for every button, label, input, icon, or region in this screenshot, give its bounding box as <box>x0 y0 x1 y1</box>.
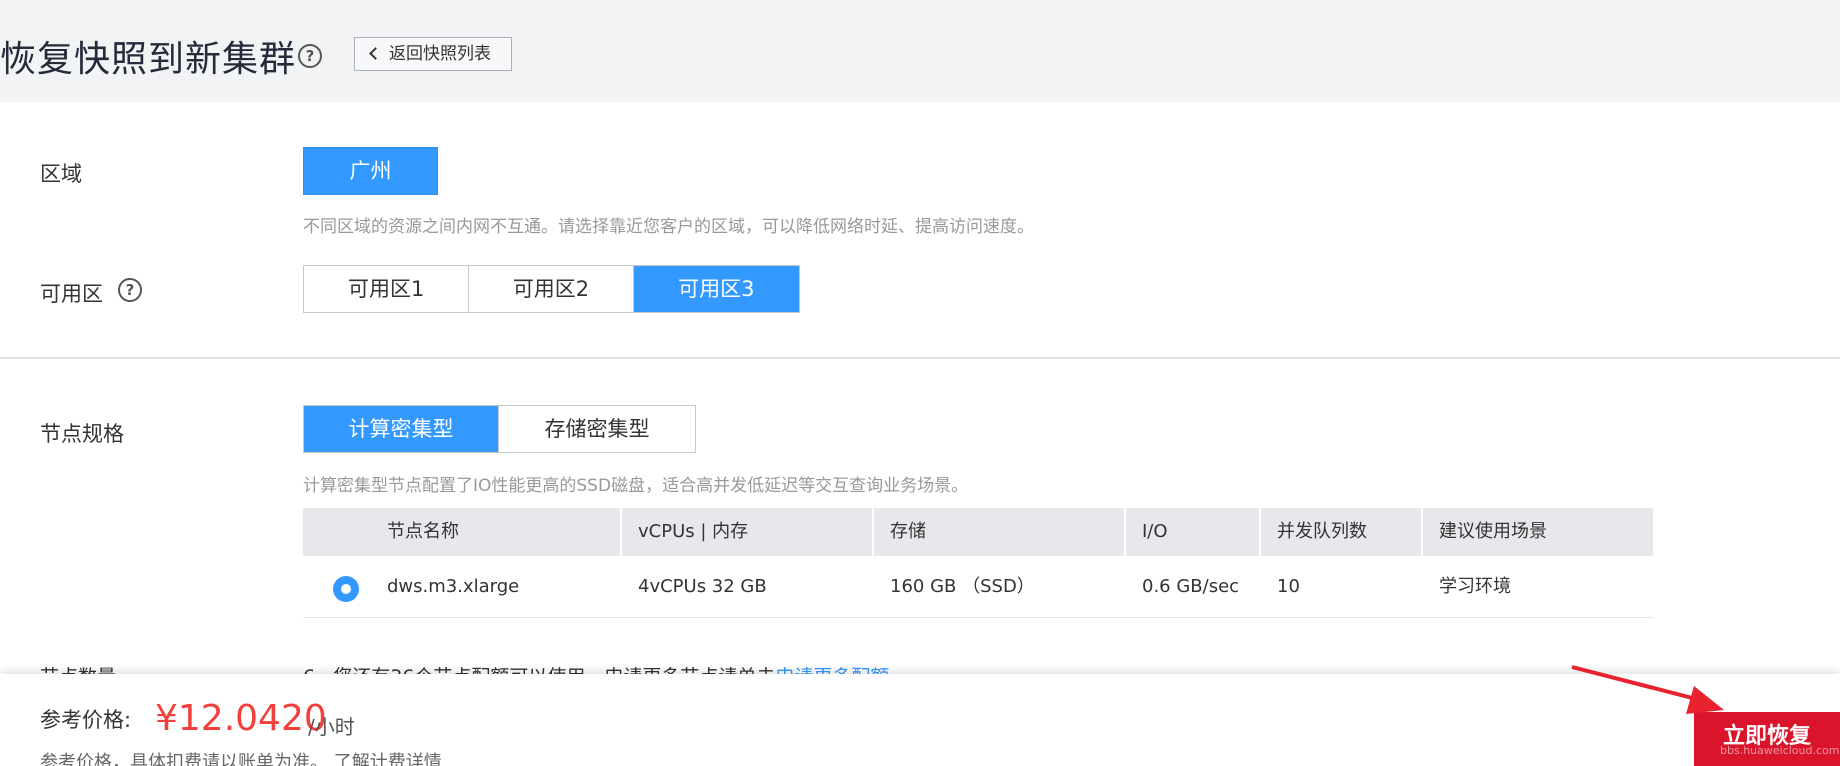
restore-now-button[interactable]: 立即恢复 <box>1694 712 1840 766</box>
node-spec-table: 节点名称 vCPUs | 内存 存储 I/O 并发队列数 建议使用场景 dws.… <box>303 508 1653 618</box>
az-selector: 可用区1 可用区2 可用区3 <box>303 265 800 313</box>
table-header-cell: vCPUs | 内存 <box>622 508 874 556</box>
table-header-cell: 建议使用场景 <box>1439 521 1547 542</box>
section-divider <box>0 357 1840 359</box>
az-label: 可用区 <box>40 282 103 306</box>
az-option-3[interactable]: 可用区3 <box>633 266 799 312</box>
watermark: bbs.huaweicloud.com <box>1720 744 1840 757</box>
back-button-label: 返回快照列表 <box>389 44 491 64</box>
help-icon[interactable]: ? <box>298 44 322 68</box>
az-help-icon[interactable]: ? <box>118 278 142 302</box>
table-header: 节点名称 vCPUs | 内存 存储 I/O 并发队列数 建议使用场景 <box>303 508 1653 556</box>
price-note: 参考价格，具体扣费请以账单为准。 了解计费详情 <box>40 752 442 766</box>
table-header-cell: I/O <box>1126 508 1261 556</box>
node-spec-selector: 计算密集型 存储密集型 <box>303 405 696 453</box>
table-row[interactable]: dws.m3.xlarge 4vCPUs 32 GB 160 GB （SSD） … <box>303 556 1653 618</box>
price-value: ¥12.0420 <box>155 698 327 739</box>
chevron-left-icon <box>369 47 382 60</box>
tab-storage-intensive[interactable]: 存储密集型 <box>499 406 695 452</box>
annotation-arrow-icon <box>1571 665 1724 714</box>
table-cell-scenario: 学习环境 <box>1439 576 1511 597</box>
back-to-snapshot-list-button[interactable]: 返回快照列表 <box>354 37 512 71</box>
node-spec-hint: 计算密集型节点配置了IO性能更高的SSD磁盘，适合高并发低延迟等交互查询业务场景… <box>303 476 969 496</box>
footer-bar: 参考价格: ¥12.0420 /小时 参考价格，具体扣费请以账单为准。 了解计费… <box>0 674 1840 766</box>
tab-compute-intensive[interactable]: 计算密集型 <box>304 406 499 452</box>
table-cell-storage: 160 GB （SSD） <box>890 576 1035 597</box>
region-guangzhou-button[interactable]: 广州 <box>303 147 438 195</box>
region-label: 区域 <box>40 162 82 186</box>
price-label: 参考价格: <box>40 708 132 732</box>
table-header-cell: 并发队列数 <box>1261 508 1423 556</box>
az-option-1[interactable]: 可用区1 <box>304 266 470 312</box>
region-hint: 不同区域的资源之间内网不互通。请选择靠近您客户的区域，可以降低网络时延、提高访问… <box>303 217 1034 237</box>
node-spec-label: 节点规格 <box>40 422 124 446</box>
table-header-cell: 节点名称 <box>303 508 622 556</box>
table-cell-queues: 10 <box>1277 576 1300 597</box>
node-select-radio[interactable] <box>333 576 359 602</box>
price-unit: /小时 <box>308 715 355 739</box>
page-title: 恢复快照到新集群 <box>0 39 297 80</box>
radio-dot-icon <box>341 584 351 594</box>
az-option-2[interactable]: 可用区2 <box>469 266 634 312</box>
page-header: 恢复快照到新集群 ? 返回快照列表 <box>0 0 1840 102</box>
table-cell-vcpus: 4vCPUs 32 GB <box>638 576 767 597</box>
table-header-cell: 存储 <box>874 508 1126 556</box>
table-cell-io: 0.6 GB/sec <box>1142 576 1240 597</box>
